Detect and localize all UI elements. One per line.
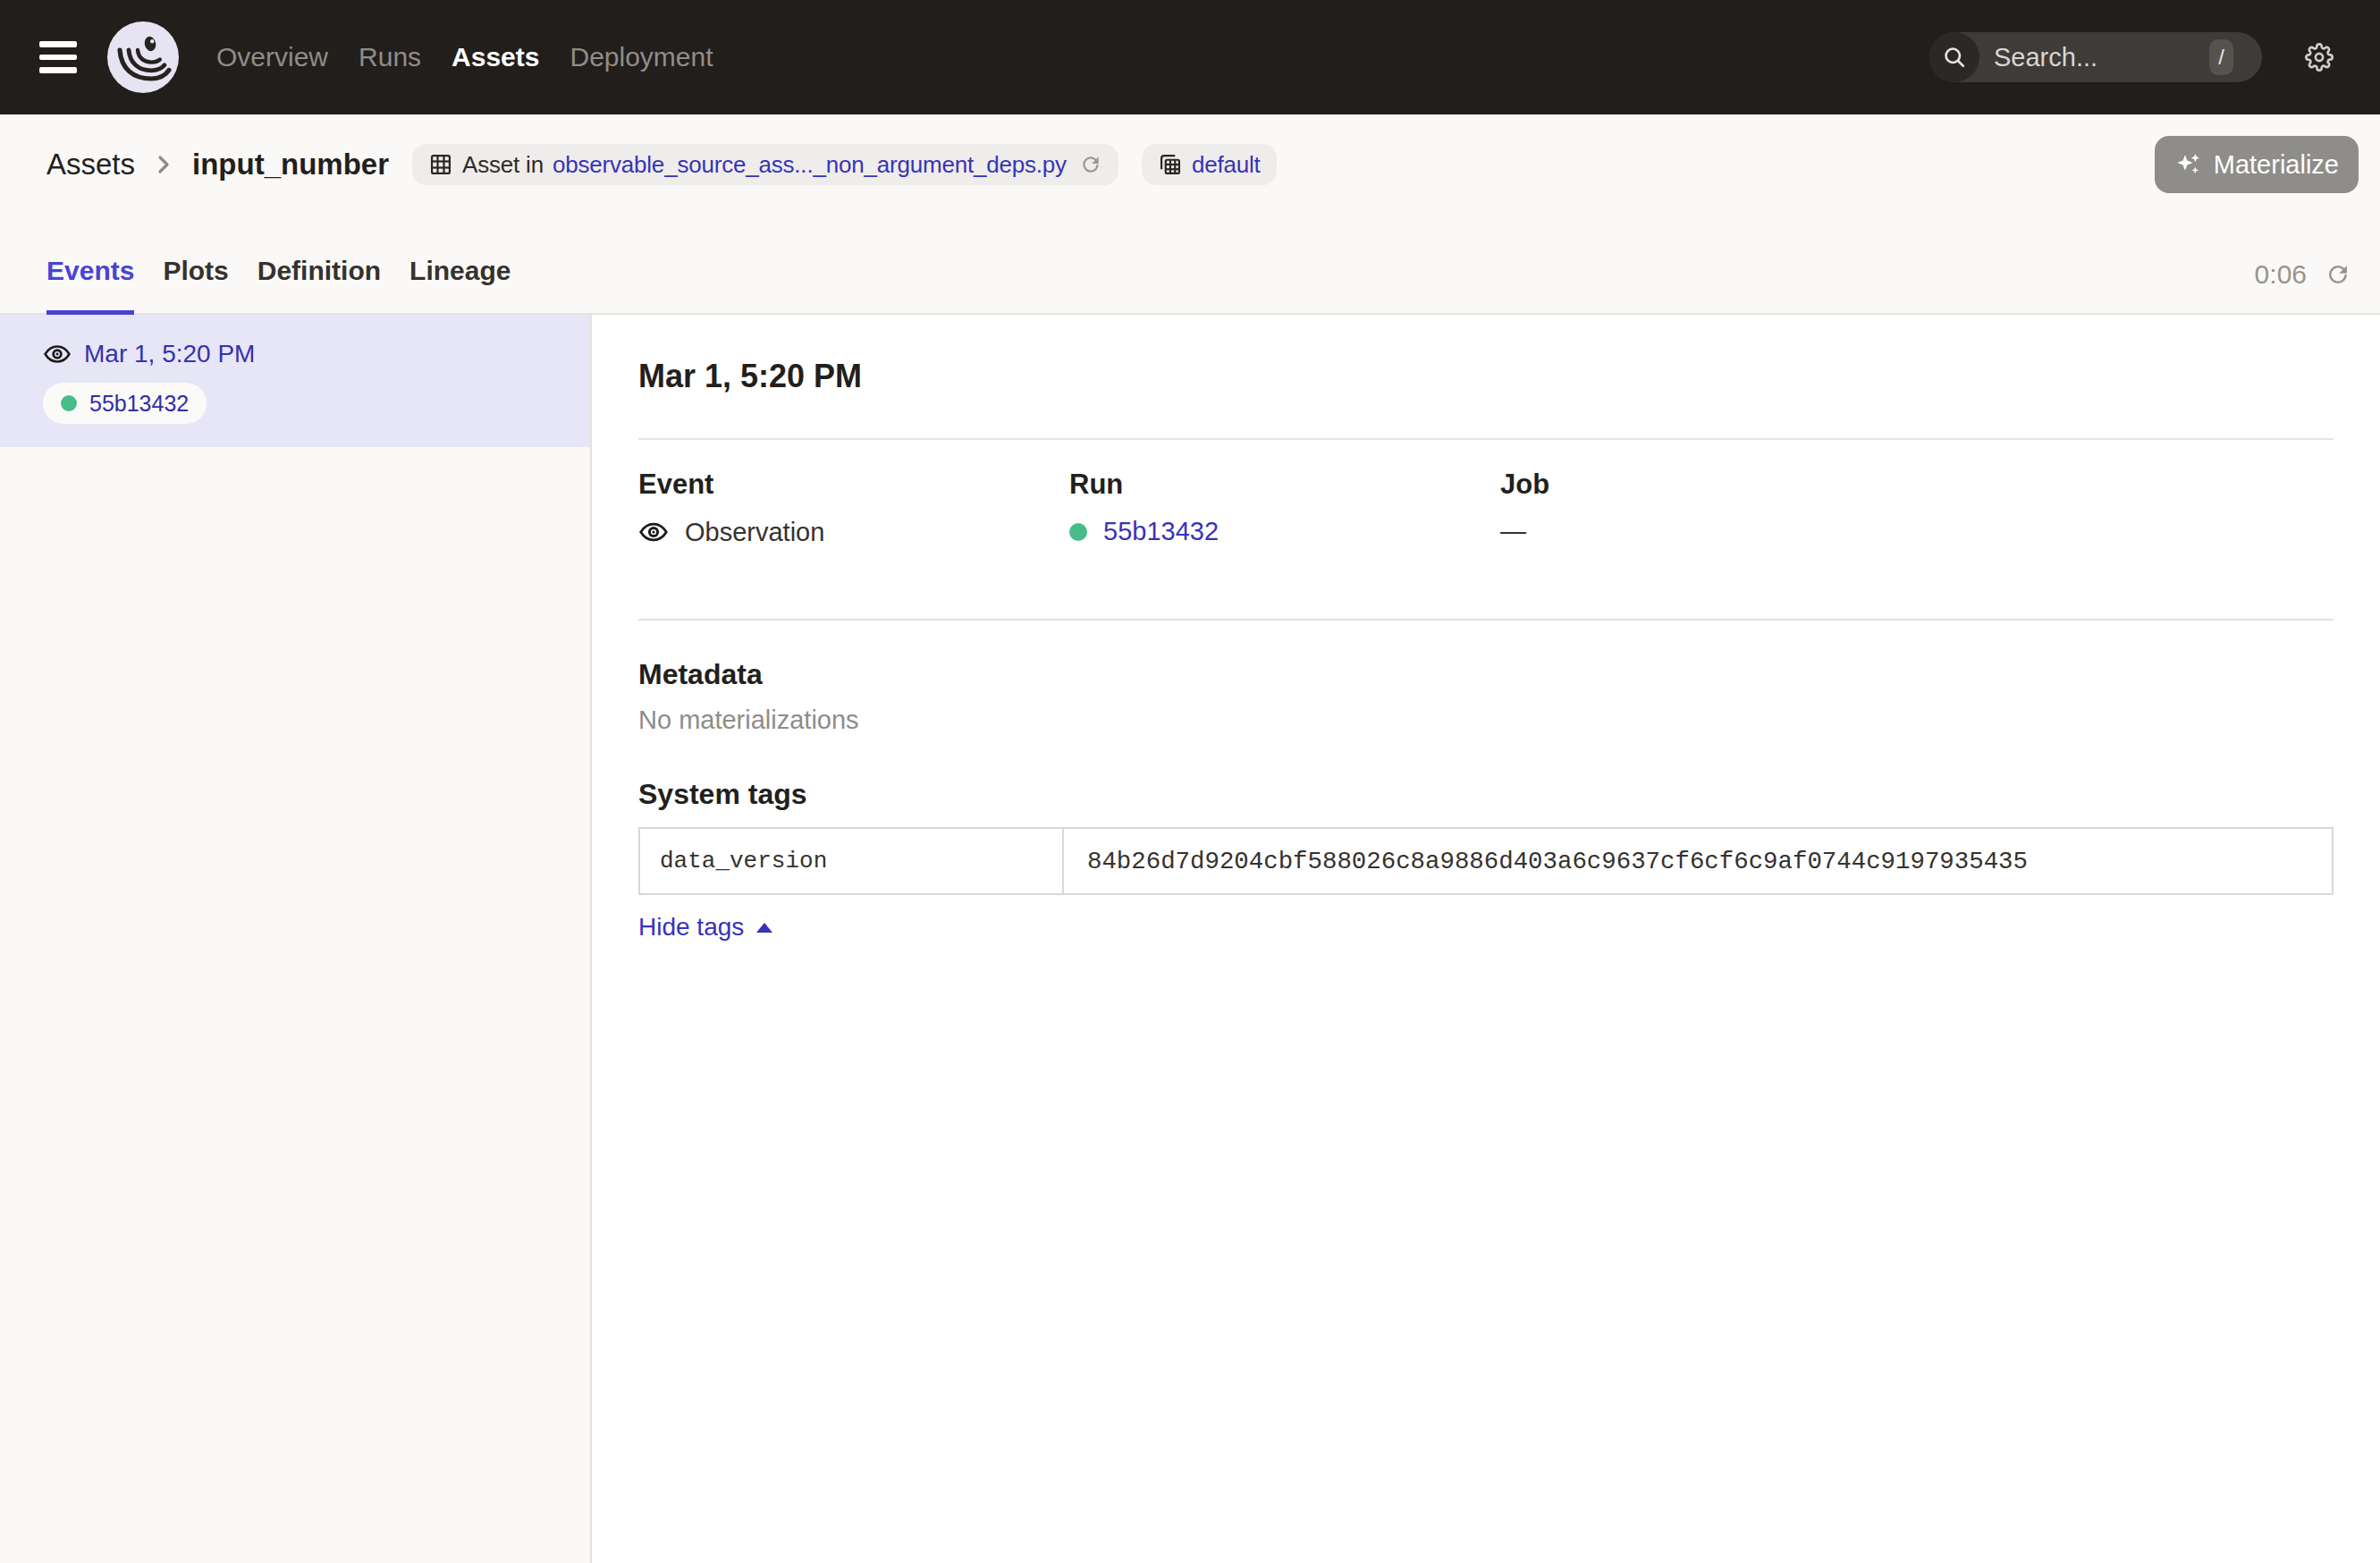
sparkles-icon	[2174, 150, 2203, 179]
search-icon	[1929, 32, 1979, 82]
event-column: Event Observation	[638, 469, 1069, 547]
event-detail-panel: Mar 1, 5:20 PM Event Observation Run 55b…	[592, 315, 2380, 1563]
run-column-label: Run	[1069, 469, 1500, 501]
dagster-logo[interactable]	[107, 21, 179, 93]
nav-item-runs[interactable]: Runs	[359, 42, 421, 72]
event-date: Mar 1, 5:20 PM	[84, 340, 255, 368]
repo-badge[interactable]: default	[1142, 144, 1277, 185]
reload-icon[interactable]	[1079, 153, 1102, 176]
search-shortcut-key: /	[2209, 39, 2233, 76]
materialize-button[interactable]: Materialize	[2155, 136, 2359, 193]
metadata-empty-text: No materializations	[638, 705, 2334, 735]
page-header: Assets input_number Asset in observable_…	[0, 114, 2380, 215]
table-grid-icon	[428, 152, 453, 177]
tag-value-cell: 84b26d7d9204cbf588026c8a9886d403a6c9637c…	[1064, 829, 2332, 893]
breadcrumb: Assets input_number	[46, 148, 389, 182]
event-list-item-selected[interactable]: Mar 1, 5:20 PM 55b13432	[0, 315, 590, 447]
run-id-link[interactable]: 55b13432	[1103, 517, 1219, 546]
job-column-label: Job	[1500, 469, 2334, 501]
settings-gear-icon[interactable]	[2305, 43, 2334, 72]
hide-tags-label: Hide tags	[638, 913, 744, 942]
menu-icon[interactable]	[39, 41, 77, 72]
asset-definition-badge: Asset in observable_source_ass..._non_ar…	[412, 144, 1118, 185]
breadcrumb-asset-name: input_number	[192, 148, 389, 182]
system-tags-heading: System tags	[638, 778, 2334, 811]
job-value: —	[1500, 517, 1526, 546]
timer-value: 0:06	[2255, 259, 2307, 290]
tab-events[interactable]: Events	[46, 256, 134, 313]
nav-item-assets[interactable]: Assets	[452, 42, 539, 72]
event-title: Mar 1, 5:20 PM	[638, 358, 2334, 395]
metadata-heading: Metadata	[638, 658, 2334, 691]
asset-badge-prefix: Asset in	[462, 151, 544, 179]
refresh-timer: 0:06	[2255, 259, 2351, 313]
refresh-icon[interactable]	[2325, 261, 2351, 288]
nav-item-overview[interactable]: Overview	[216, 42, 328, 72]
caret-up-icon	[756, 923, 772, 933]
tab-bar: Events Plots Definition Lineage 0:06	[0, 215, 2380, 315]
search-input[interactable]: Search... /	[1929, 32, 2262, 82]
search-placeholder: Search...	[1994, 43, 2209, 72]
job-column: Job —	[1500, 469, 2334, 547]
repo-badge-label: default	[1192, 151, 1261, 179]
tab-definition[interactable]: Definition	[257, 256, 381, 313]
hide-tags-link[interactable]: Hide tags	[638, 913, 772, 942]
run-id-pill[interactable]: 55b13432	[43, 383, 207, 424]
repo-location-icon	[1158, 152, 1183, 177]
chevron-right-icon	[153, 154, 174, 175]
tab-plots[interactable]: Plots	[163, 256, 228, 313]
nav-item-deployment[interactable]: Deployment	[570, 42, 713, 72]
materialize-label: Materialize	[2214, 150, 2339, 180]
run-status-dot	[61, 395, 77, 411]
asset-file-link[interactable]: observable_source_ass..._non_argument_de…	[553, 151, 1067, 179]
events-sidebar: Mar 1, 5:20 PM 55b13432	[0, 315, 592, 1563]
breadcrumb-assets[interactable]: Assets	[46, 148, 135, 182]
run-id-label: 55b13432	[89, 391, 189, 417]
event-column-label: Event	[638, 469, 1069, 501]
top-nav: Overview Runs Assets Deployment Search..…	[0, 0, 2380, 114]
event-type: Observation	[685, 518, 824, 547]
run-status-dot	[1069, 523, 1087, 541]
observation-eye-icon	[638, 517, 669, 547]
tag-key-cell: data_version	[640, 829, 1064, 893]
run-column: Run 55b13432	[1069, 469, 1500, 547]
tab-lineage[interactable]: Lineage	[409, 256, 511, 313]
observation-eye-icon	[43, 340, 72, 368]
system-tags-table: data_version 84b26d7d9204cbf588026c8a988…	[638, 827, 2334, 895]
nav-links: Overview Runs Assets Deployment	[216, 42, 713, 72]
